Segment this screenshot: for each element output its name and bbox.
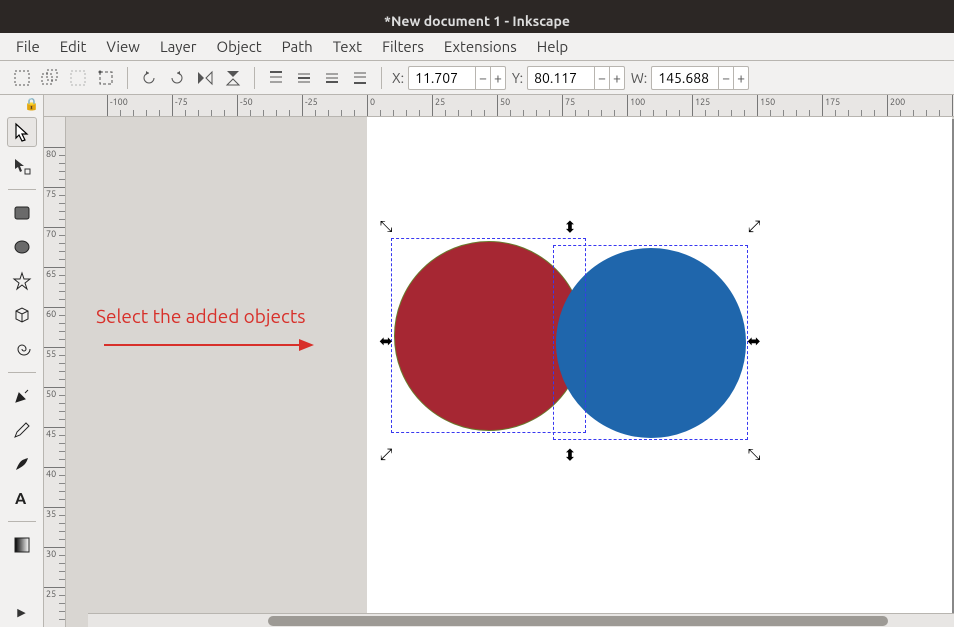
calligraphy-tool[interactable] — [7, 449, 37, 479]
3dbox-tool[interactable] — [7, 300, 37, 330]
menu-text[interactable]: Text — [323, 35, 372, 58]
rotate-ccw-icon[interactable] — [138, 67, 160, 89]
tool-controls-bar: X: −+ Y: −+ W: −+ — [0, 61, 954, 95]
scale-handle[interactable]: ⬍ — [563, 446, 576, 465]
y-input[interactable]: −+ — [527, 66, 625, 90]
raise-icon[interactable] — [293, 67, 315, 89]
rotate-cw-icon[interactable] — [166, 67, 188, 89]
menu-extensions[interactable]: Extensions — [434, 35, 527, 58]
raise-top-icon[interactable] — [265, 67, 287, 89]
menu-layer[interactable]: Layer — [150, 35, 207, 58]
x-input[interactable]: −+ — [408, 66, 506, 90]
spiral-tool[interactable] — [7, 334, 37, 364]
toolbox-separator — [8, 521, 36, 522]
annotation-arrow-icon — [104, 335, 314, 355]
svg-text:A: A — [15, 490, 27, 508]
toolbox-separator — [8, 372, 36, 373]
scale-handle[interactable]: ⤢ — [380, 446, 393, 465]
annotation-text: Select the added objects — [96, 305, 306, 327]
scrollbar-thumb[interactable] — [268, 616, 888, 626]
toolbox: 🔒 A ▶ — [0, 95, 44, 627]
scale-handle[interactable]: ⬍ — [563, 218, 576, 237]
scale-handle[interactable]: ⤡ — [380, 218, 393, 237]
text-tool[interactable]: A — [7, 483, 37, 513]
canvas[interactable]: Select the added objects ⤡ ⬍ ⤢ ⬌ ⬌ ⤢ ⬍ ⤡ — [66, 117, 954, 627]
x-label: X: — [392, 70, 404, 86]
gradient-tool[interactable] — [7, 530, 37, 560]
menu-view[interactable]: View — [96, 35, 150, 58]
menu-help[interactable]: Help — [527, 35, 578, 58]
rectangle-tool[interactable] — [7, 198, 37, 228]
toolbox-separator — [8, 189, 36, 190]
scale-handle[interactable]: ⤢ — [748, 218, 761, 237]
toolbar-separator — [254, 67, 255, 89]
minus-icon[interactable]: − — [594, 67, 609, 89]
lock-icon[interactable]: 🔒 — [24, 97, 39, 111]
menu-file[interactable]: File — [6, 35, 50, 58]
toolbox-expand-icon[interactable]: ▶ — [7, 597, 37, 627]
horizontal-scrollbar[interactable] — [88, 613, 954, 627]
menu-filters[interactable]: Filters — [372, 35, 434, 58]
scale-handle[interactable]: ⬌ — [747, 332, 760, 351]
star-tool[interactable] — [7, 266, 37, 296]
scale-handle[interactable]: ⤡ — [748, 446, 761, 465]
selection-box — [553, 245, 748, 440]
x-value[interactable] — [409, 70, 475, 86]
menubar: File Edit View Layer Object Path Text Fi… — [0, 33, 954, 61]
plus-icon[interactable]: + — [609, 67, 624, 89]
window-title: *New document 1 - Inkscape — [384, 13, 570, 29]
menu-edit[interactable]: Edit — [50, 35, 97, 58]
window-titlebar: *New document 1 - Inkscape — [0, 8, 954, 33]
pencil-tool[interactable] — [7, 415, 37, 445]
minus-icon[interactable]: − — [475, 67, 490, 89]
deselect-icon[interactable] — [67, 67, 89, 89]
select-all-icon[interactable] — [11, 67, 33, 89]
w-label: W: — [631, 70, 647, 86]
lower-icon[interactable] — [321, 67, 343, 89]
y-value[interactable] — [528, 70, 594, 86]
rotate-toggle-icon[interactable] — [95, 67, 117, 89]
selector-tool[interactable] — [7, 117, 37, 147]
ruler-vertical: 80757065605550454035302520 — [44, 117, 66, 627]
w-value[interactable] — [652, 70, 718, 86]
scale-handle[interactable]: ⬌ — [379, 332, 392, 351]
select-all-layers-icon[interactable] — [39, 67, 61, 89]
minus-icon[interactable]: − — [718, 67, 733, 89]
circle-tool[interactable] — [7, 232, 37, 262]
menu-object[interactable]: Object — [206, 35, 271, 58]
toolbar-separator — [127, 67, 128, 89]
flip-v-icon[interactable] — [222, 67, 244, 89]
pen-tool[interactable] — [7, 381, 37, 411]
toolbar-separator — [381, 67, 382, 89]
plus-icon[interactable]: + — [733, 67, 748, 89]
flip-h-icon[interactable] — [194, 67, 216, 89]
w-input[interactable]: −+ — [651, 66, 749, 90]
node-tool[interactable] — [7, 151, 37, 181]
lower-bottom-icon[interactable] — [349, 67, 371, 89]
ruler-horizontal: -100-75-50-250255075100125150175200225 — [44, 95, 954, 117]
menu-path[interactable]: Path — [272, 35, 323, 58]
y-label: Y: — [512, 70, 523, 86]
plus-icon[interactable]: + — [490, 67, 505, 89]
